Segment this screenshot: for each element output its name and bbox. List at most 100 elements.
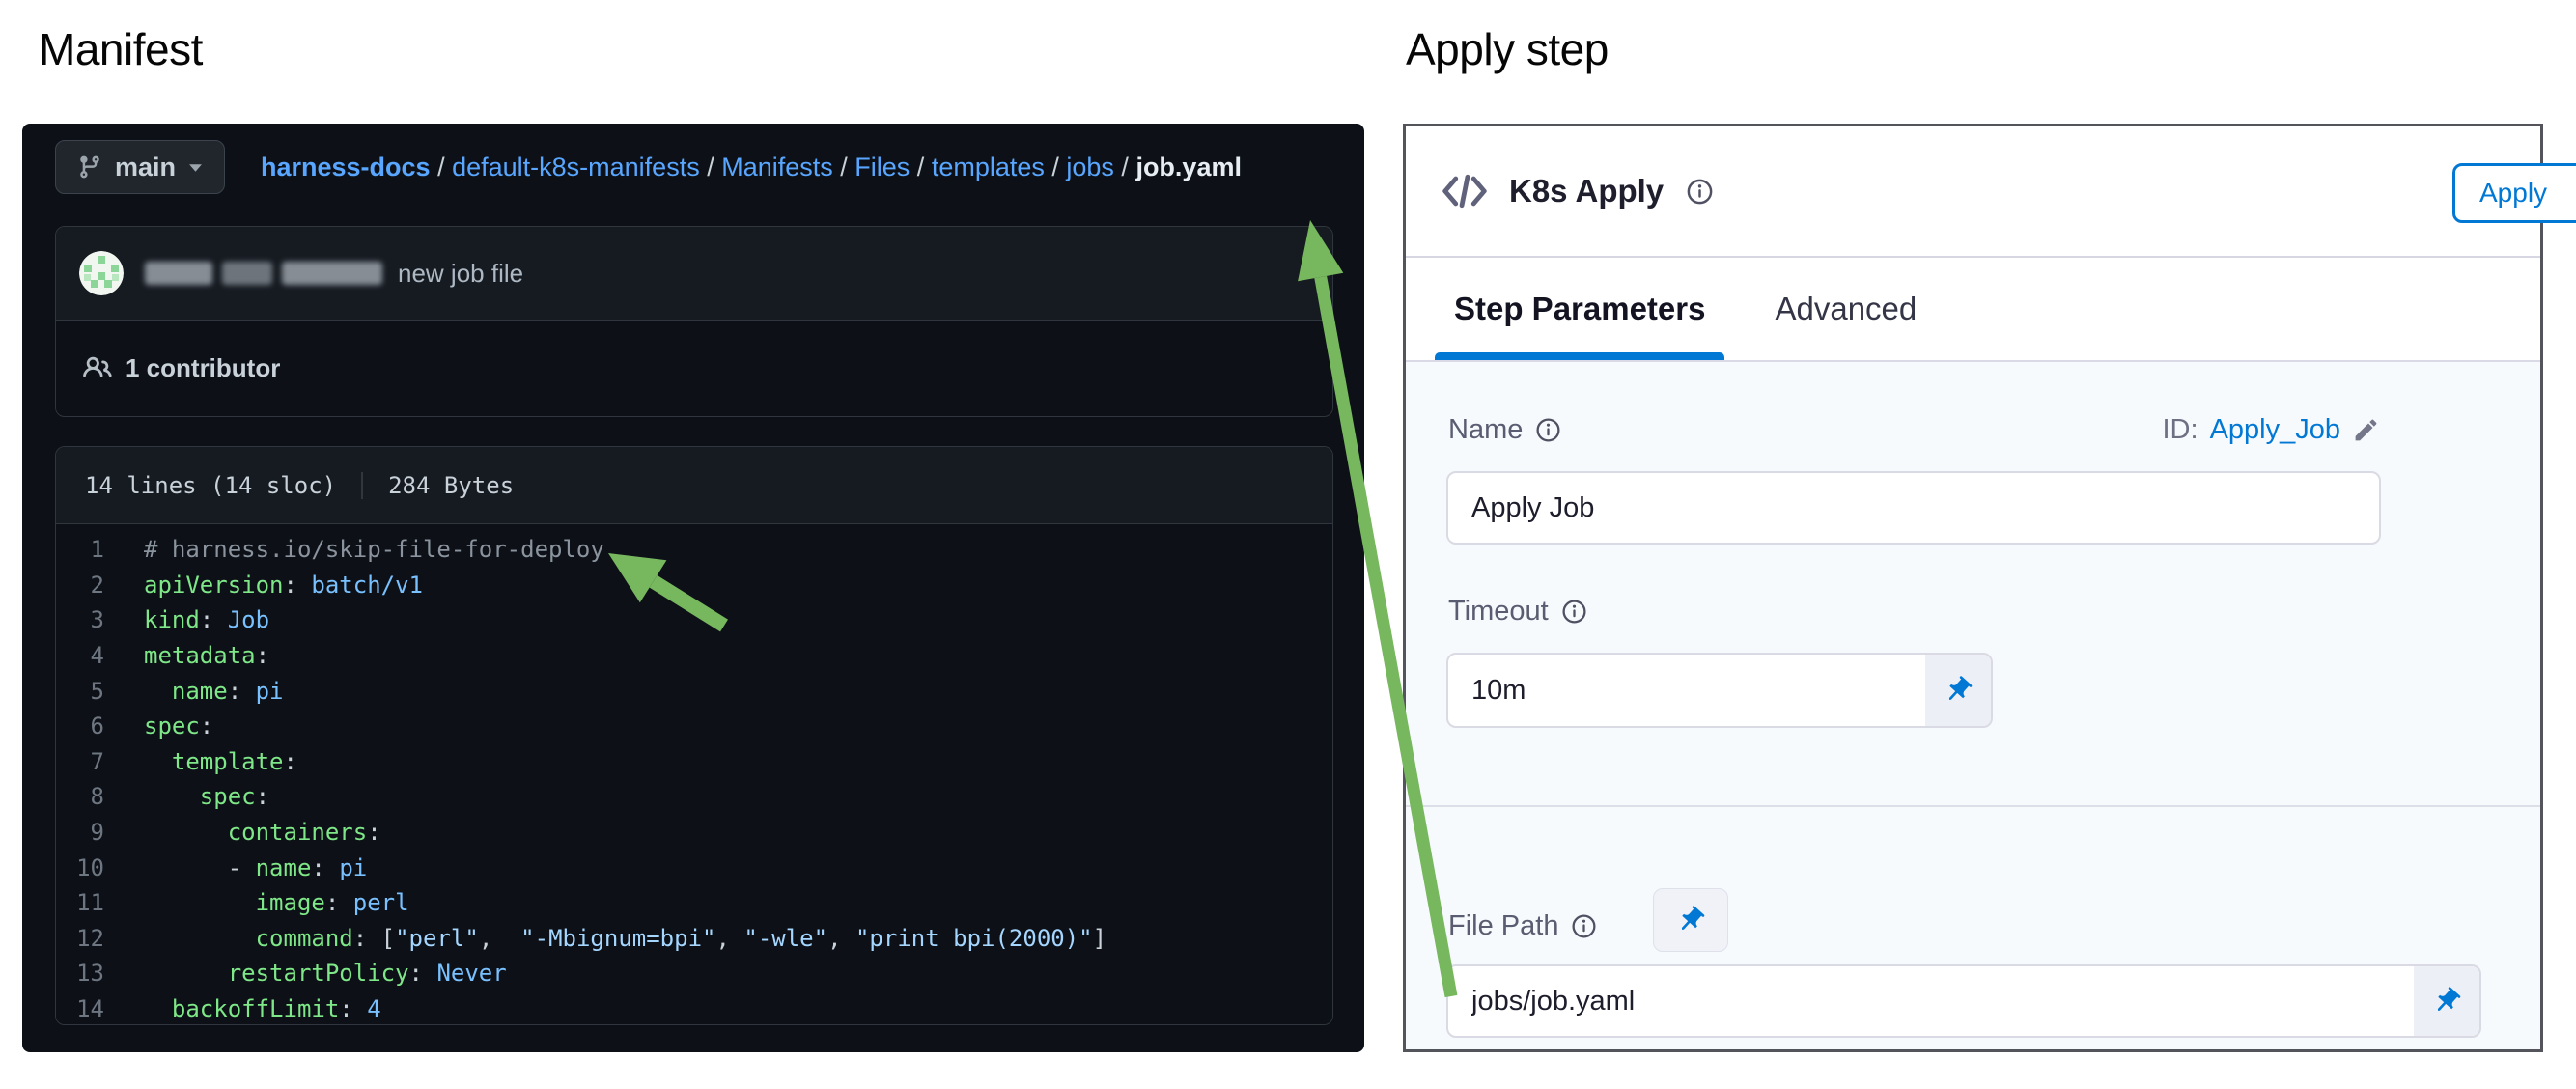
info-icon[interactable] (1570, 912, 1598, 940)
contributors-row: 1 contributor (56, 321, 1332, 415)
code-line: 3kind: Job (56, 602, 1332, 638)
github-file-viewer: main harness-docs / default-k8s-manifest… (22, 124, 1364, 1052)
code-text: backoffLimit: 4 (144, 995, 381, 1022)
timeout-label: Timeout (1448, 596, 1588, 628)
page: Manifest Apply step main harness-docs / … (0, 0, 2576, 1089)
code-line: 4 metadata: (56, 638, 1332, 674)
line-number[interactable]: 2 (56, 572, 104, 599)
code-text: spec: (144, 712, 213, 740)
file-path-label: File Path (1448, 910, 1598, 942)
pin-button[interactable] (1653, 888, 1728, 952)
file-lines-info: 14 lines (14 sloc) (85, 472, 336, 499)
line-number[interactable]: 1 (56, 536, 104, 563)
code-text: metadata: (144, 642, 269, 669)
code-text: restartPolicy: Never (144, 960, 507, 987)
timeout-input[interactable] (1448, 655, 1925, 726)
code-icon (1442, 173, 1488, 209)
line-number[interactable]: 12 (56, 925, 104, 952)
step-parameters-content: Name ID: Apply_Job Timeout (1406, 362, 2540, 1049)
divider (361, 472, 363, 499)
tab-step-parameters[interactable]: Step Parameters (1454, 258, 1705, 360)
step-header: K8s Apply (1406, 126, 2540, 256)
branch-name: main (115, 153, 176, 182)
breadcrumb-separator: / (431, 153, 453, 182)
pin-icon[interactable] (2414, 966, 2479, 1036)
line-number[interactable]: 14 (56, 995, 104, 1022)
code-line: 11 image: perl (56, 885, 1332, 921)
code-line: 5 name: pi (56, 673, 1332, 709)
file-box: 14 lines (14 sloc) 284 Bytes 1 # harness.… (55, 446, 1333, 1025)
file-path-field (1446, 964, 2481, 1038)
name-label: Name (1448, 414, 1562, 446)
apply-button[interactable]: Apply (2452, 163, 2576, 223)
breadcrumb-current-file: job.yaml (1135, 153, 1242, 182)
git-branch-icon (77, 154, 102, 180)
code-line: 8 spec: (56, 779, 1332, 815)
code-text: command: ["perl", "-Mbignum=bpi", "-wle"… (144, 925, 1106, 952)
line-number[interactable]: 10 (56, 854, 104, 881)
line-number[interactable]: 8 (56, 783, 104, 810)
breadcrumb-separator: / (1045, 153, 1067, 182)
id-value[interactable]: Apply_Job (2210, 414, 2340, 446)
tab-advanced[interactable]: Advanced (1775, 258, 1917, 360)
info-icon[interactable] (1560, 598, 1588, 626)
code-text: spec: (144, 783, 269, 810)
commit-message[interactable]: new job file (398, 259, 523, 289)
code-line: 14 backoffLimit: 4 (56, 991, 1332, 1025)
code-line: 9 containers: (56, 815, 1332, 851)
divider (1406, 805, 2540, 807)
code-line: 12 command: ["perl", "-Mbignum=bpi", "-w… (56, 921, 1332, 957)
line-number[interactable]: 13 (56, 960, 104, 987)
info-icon[interactable] (1685, 177, 1715, 207)
name-input[interactable] (1446, 471, 2381, 544)
code-line: 7 template: (56, 744, 1332, 780)
code-line: 2 apiVersion: batch/v1 (56, 568, 1332, 603)
contributors-count[interactable]: 1 contributor (126, 353, 280, 383)
breadcrumb-separator: / (700, 153, 722, 182)
line-number[interactable]: 6 (56, 712, 104, 740)
code-line: 10 - name: pi (56, 850, 1332, 885)
chevron-down-icon (188, 162, 203, 173)
apply-step-title: Apply step (1406, 23, 1609, 75)
commit-row: new job file (56, 227, 1332, 321)
step-id: ID: Apply_Job (2163, 414, 2381, 446)
code-text: # harness.io/skip-file-for-deploy (144, 536, 604, 563)
breadcrumb: harness-docs / default-k8s-manifests / M… (261, 124, 1242, 210)
commit-author-redacted (145, 262, 382, 285)
code-text: containers: (144, 819, 381, 846)
code-text: template: (144, 748, 297, 775)
code-text: apiVersion: batch/v1 (144, 572, 423, 599)
line-number[interactable]: 4 (56, 642, 104, 669)
people-icon (83, 353, 112, 382)
file-path-input[interactable] (1448, 966, 2414, 1036)
avatar[interactable] (79, 251, 124, 295)
breadcrumb-link[interactable]: jobs (1066, 153, 1114, 182)
line-number[interactable]: 7 (56, 748, 104, 775)
pin-icon[interactable] (1925, 655, 1991, 726)
breadcrumb-link[interactable]: Files (854, 153, 910, 182)
code-text: name: pi (144, 678, 284, 705)
breadcrumb-link[interactable]: Manifests (721, 153, 833, 182)
breadcrumb-link[interactable]: harness-docs (261, 153, 431, 182)
breadcrumb-separator: / (910, 153, 932, 182)
code-text: - name: pi (144, 854, 367, 881)
tabs: Step Parameters Advanced (1406, 258, 2540, 362)
timeout-field (1446, 653, 1993, 728)
edit-pencil-icon[interactable] (2352, 416, 2380, 444)
info-icon[interactable] (1534, 416, 1562, 444)
code-line: 1 # harness.io/skip-file-for-deploy (56, 532, 1332, 568)
branch-selector[interactable]: main (55, 140, 225, 194)
code-line: 13 restartPolicy: Never (56, 956, 1332, 991)
line-number[interactable]: 9 (56, 819, 104, 846)
code-line: 6 spec: (56, 709, 1332, 744)
breadcrumb-separator: / (1114, 153, 1136, 182)
code-lines: 1 # harness.io/skip-file-for-deploy 2 apiVe… (56, 524, 1332, 1025)
line-number[interactable]: 3 (56, 606, 104, 633)
file-header: 14 lines (14 sloc) 284 Bytes (56, 447, 1332, 524)
breadcrumb-link[interactable]: default-k8s-manifests (452, 153, 700, 182)
breadcrumb-separator: / (833, 153, 855, 182)
manifest-title: Manifest (39, 23, 203, 75)
line-number[interactable]: 11 (56, 889, 104, 916)
breadcrumb-link[interactable]: templates (932, 153, 1045, 182)
line-number[interactable]: 5 (56, 678, 104, 705)
